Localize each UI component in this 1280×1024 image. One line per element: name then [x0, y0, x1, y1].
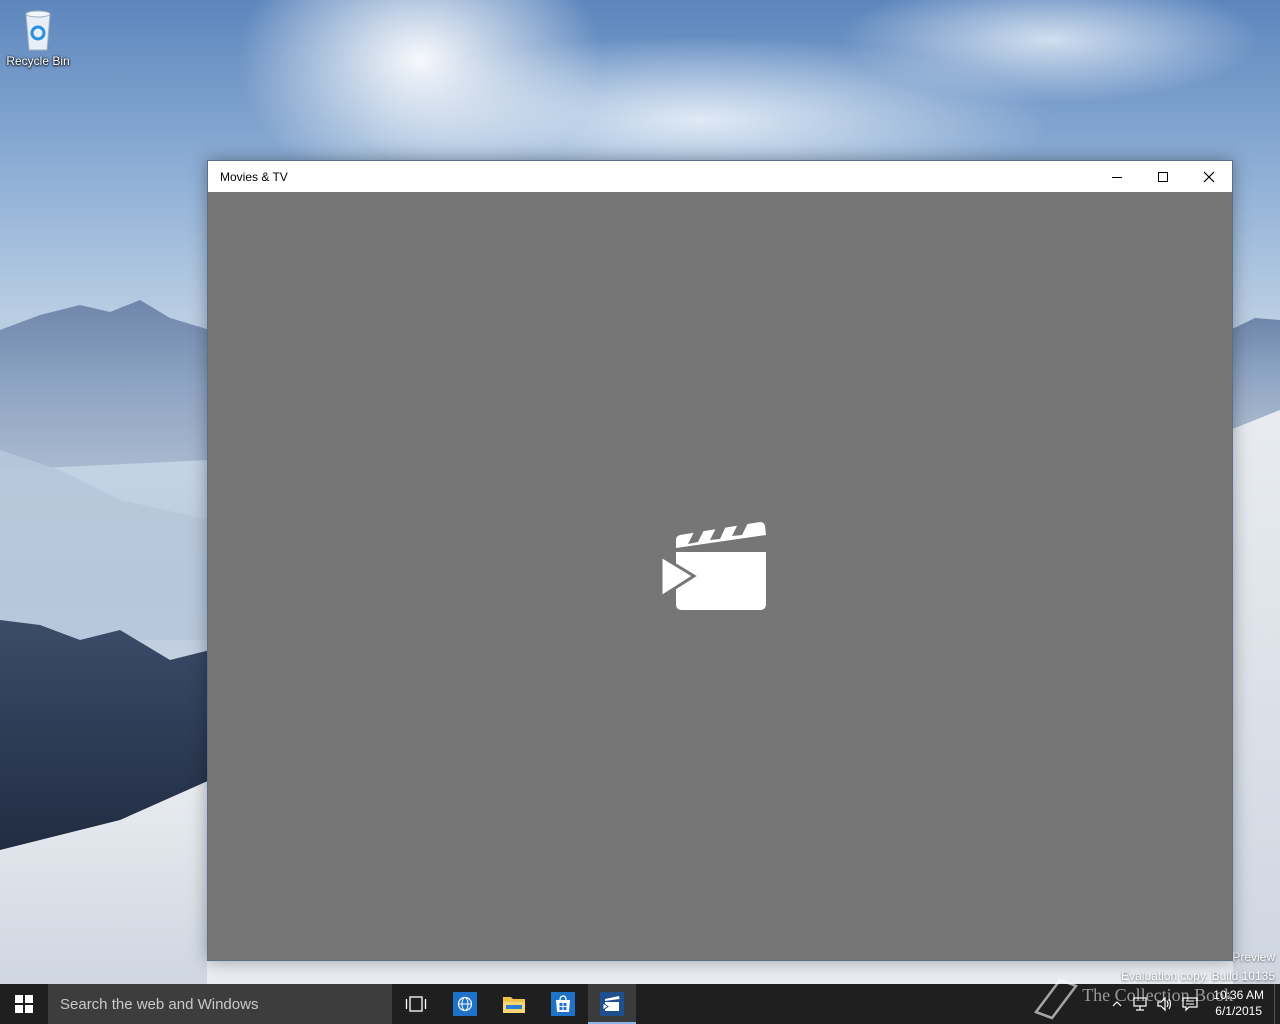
taskbar-movies-tv-button[interactable] — [588, 984, 636, 1024]
task-view-button[interactable] — [392, 984, 440, 1024]
clapperboard-icon — [600, 992, 624, 1016]
action-center-button[interactable] — [1182, 996, 1198, 1017]
show-hidden-icons-button[interactable] — [1112, 996, 1122, 1014]
maximize-icon — [1158, 171, 1168, 182]
clock[interactable]: 10:36 AM 6/1/2015 — [1213, 987, 1264, 1019]
clock-time: 10:36 AM — [1213, 988, 1264, 1002]
caption-buttons — [1094, 161, 1232, 192]
recycle-bin-label: Recycle Bin — [6, 54, 70, 68]
minimize-icon — [1112, 176, 1122, 178]
taskbar-file-explorer-button[interactable] — [490, 984, 538, 1024]
speaker-icon — [1157, 996, 1172, 1012]
taskbar-store-button[interactable] — [539, 984, 587, 1024]
task-view-icon — [405, 996, 427, 1012]
windows-logo-icon — [15, 995, 33, 1013]
movies-tv-window[interactable]: Movies & TV — [207, 160, 1233, 961]
maximize-button[interactable] — [1140, 161, 1186, 192]
clapperboard-play-icon — [659, 520, 770, 617]
window-title: Movies & TV — [220, 169, 288, 184]
globe-icon — [453, 992, 477, 1016]
network-icon — [1133, 997, 1147, 1011]
notification-icon — [1182, 997, 1198, 1012]
clock-date: 6/1/2015 — [1215, 1004, 1262, 1018]
show-desktop-button[interactable] — [1274, 984, 1280, 1024]
search-box[interactable]: Search the web and Windows — [48, 984, 392, 1024]
close-icon — [1203, 171, 1215, 182]
start-button[interactable] — [0, 984, 48, 1024]
taskbar-edge-button[interactable] — [441, 984, 489, 1024]
search-placeholder: Search the web and Windows — [60, 995, 259, 1013]
system-tray: 10:36 AM 6/1/2015 — [1100, 984, 1280, 1024]
store-icon — [551, 992, 575, 1016]
folder-icon — [503, 997, 525, 1013]
book-icon — [1033, 978, 1079, 1020]
recycle-bin-icon — [18, 6, 58, 52]
watermark-preview: Preview — [1232, 950, 1275, 964]
recycle-bin-shortcut[interactable]: Recycle Bin — [4, 6, 72, 68]
close-button[interactable] — [1186, 161, 1232, 192]
taskbar: Search the web and Windows The Collectio… — [0, 978, 1280, 1024]
app-content — [208, 192, 1232, 960]
network-button[interactable] — [1132, 996, 1148, 1017]
chevron-up-icon — [1112, 1001, 1122, 1007]
title-bar[interactable]: Movies & TV — [208, 161, 1232, 192]
minimize-button[interactable] — [1094, 161, 1140, 192]
volume-button[interactable] — [1156, 996, 1174, 1017]
